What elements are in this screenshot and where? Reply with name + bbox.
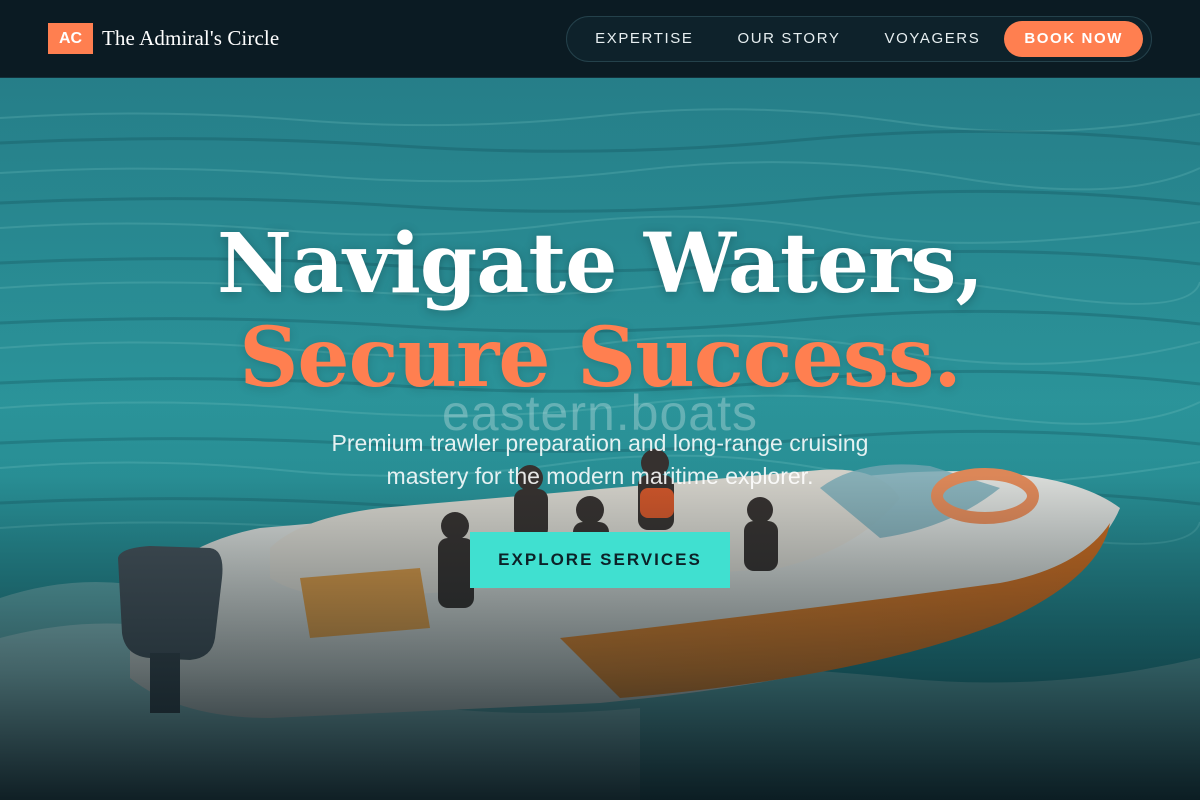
brand[interactable]: AC The Admiral's Circle <box>48 23 279 54</box>
main-nav: EXPERTISE OUR STORY VOYAGERS BOOK NOW <box>566 15 1152 62</box>
hero-section: Navigate Waters, Secure Success. eastern… <box>0 78 1200 800</box>
nav-link-expertise[interactable]: EXPERTISE <box>595 30 693 47</box>
book-now-button[interactable]: BOOK NOW <box>1004 20 1143 57</box>
hero-headline-line1: Navigate Waters, <box>216 216 984 312</box>
brand-name[interactable]: The Admiral's Circle <box>102 26 279 51</box>
nav-link-our-story[interactable]: OUR STORY <box>737 30 840 47</box>
site-header: AC The Admiral's Circle EXPERTISE OUR ST… <box>0 0 1200 78</box>
logo-badge[interactable]: AC <box>48 23 93 54</box>
hero-subtitle: Premium trawler preparation and long-ran… <box>331 430 869 489</box>
nav-link-voyagers[interactable]: VOYAGERS <box>884 30 980 47</box>
explore-services-button[interactable]: EXPLORE SERVICES <box>470 532 730 588</box>
